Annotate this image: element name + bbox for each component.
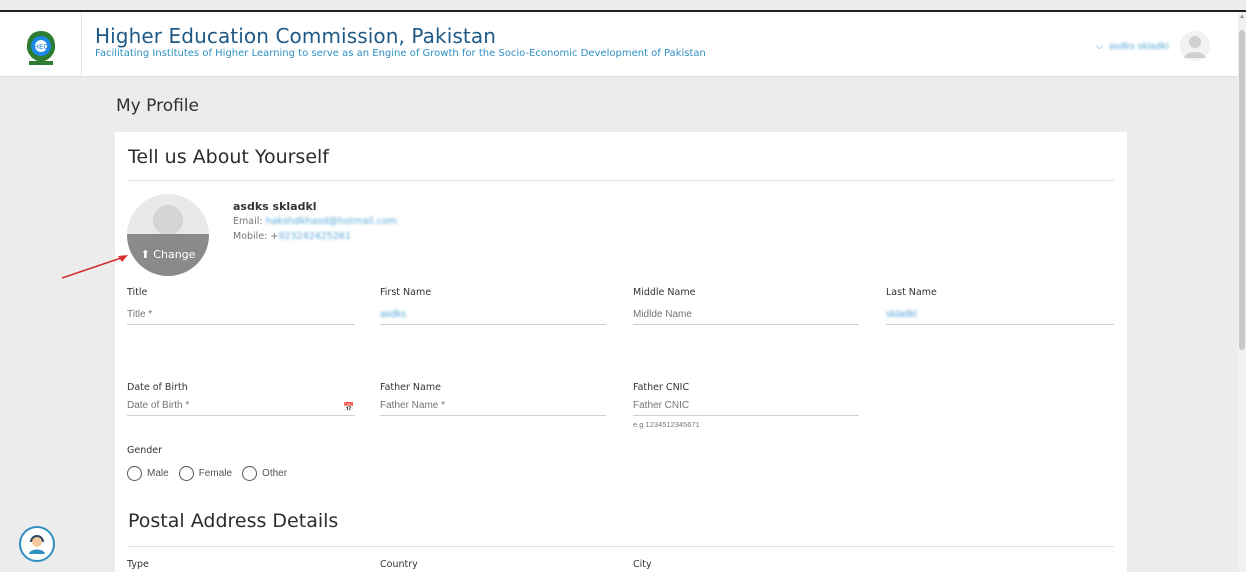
- scroll-up-icon[interactable]: ▲: [1239, 14, 1245, 20]
- first-name-field[interactable]: [380, 305, 606, 325]
- gender-other-radio[interactable]: [242, 466, 258, 481]
- page-title: My Profile: [116, 96, 199, 116]
- app-header: HEC Higher Education Commission, Pakista…: [0, 12, 1238, 77]
- user-menu[interactable]: ⌵ asdks skladkl: [1096, 41, 1169, 52]
- middle-name-label: Middle Name: [633, 287, 696, 298]
- gender-other-label[interactable]: Other: [262, 468, 287, 479]
- gender-label: Gender: [127, 445, 163, 456]
- change-label: Change: [153, 248, 196, 261]
- help-support-button[interactable]: [19, 526, 55, 562]
- section-divider: [128, 180, 1114, 181]
- email-value: hakshdkhasd@hotmail.com: [265, 216, 397, 227]
- postal-country-label: Country: [380, 559, 418, 570]
- gender-female-label[interactable]: Female: [199, 468, 232, 479]
- last-name-field[interactable]: [886, 305, 1114, 325]
- logo-container[interactable]: HEC: [0, 12, 82, 77]
- father-name-label: Father Name: [380, 382, 441, 393]
- chevron-down-icon: ⌵: [1096, 41, 1103, 51]
- annotation-arrow-icon: [61, 255, 128, 279]
- gender-female-radio[interactable]: [178, 466, 194, 481]
- postal-section-title: Postal Address Details: [128, 510, 339, 532]
- dob-field[interactable]: [127, 396, 355, 416]
- gender-radio-group: Male Female Other: [127, 466, 297, 481]
- upload-icon: ⬆: [140, 248, 150, 261]
- last-name-value: skladkl: [886, 309, 917, 320]
- father-cnic-field[interactable]: [633, 396, 859, 416]
- hec-logo-icon: HEC: [26, 26, 55, 65]
- mobile-label: Mobile: +: [233, 231, 279, 242]
- middle-name-field[interactable]: [633, 305, 859, 325]
- brand-title: Higher Education Commission, Pakistan: [95, 24, 496, 48]
- last-name-label: Last Name: [886, 287, 937, 298]
- scroll-thumb[interactable]: [1239, 30, 1245, 350]
- page-scrollbar[interactable]: ▲: [1238, 12, 1246, 572]
- postal-type-label: Type: [127, 559, 149, 570]
- change-photo-button[interactable]: ⬆ Change: [127, 248, 209, 261]
- profile-picture[interactable]: ⬆ Change: [127, 194, 209, 276]
- profile-name: asdks skladkl: [233, 200, 317, 213]
- profile-email: Email: hakshdkhasd@hotmail.com: [233, 216, 397, 227]
- first-name-value: asdks: [380, 309, 407, 320]
- user-name: asdks skladkl: [1108, 41, 1169, 52]
- father-cnic-hint: e.g 1234512345671: [633, 420, 700, 429]
- postal-city-label: City: [633, 559, 652, 570]
- first-name-label: First Name: [380, 287, 432, 298]
- gender-male-radio[interactable]: [127, 466, 142, 481]
- email-label: Email:: [233, 216, 263, 227]
- section-divider: [128, 546, 1114, 547]
- calendar-icon[interactable]: 📅: [343, 402, 354, 413]
- title-label: Title: [127, 287, 148, 298]
- gender-male-label[interactable]: Male: [147, 468, 169, 479]
- title-field[interactable]: [127, 305, 355, 325]
- father-name-field[interactable]: [380, 396, 606, 416]
- brand-subtitle: Facilitating Institutes of Higher Learni…: [95, 48, 706, 59]
- mobile-value: 923242425261: [278, 231, 351, 242]
- about-section-title: Tell us About Yourself: [128, 146, 329, 168]
- support-agent-icon: [29, 535, 45, 554]
- father-cnic-label: Father CNIC: [633, 382, 690, 393]
- svg-text:HEC: HEC: [33, 43, 48, 51]
- dob-label: Date of Birth: [127, 382, 188, 393]
- user-avatar-icon[interactable]: [1180, 31, 1210, 61]
- profile-card: Tell us About Yourself ⬆ Change asdks sk…: [115, 132, 1127, 572]
- profile-mobile: Mobile: +923242425261: [233, 231, 351, 242]
